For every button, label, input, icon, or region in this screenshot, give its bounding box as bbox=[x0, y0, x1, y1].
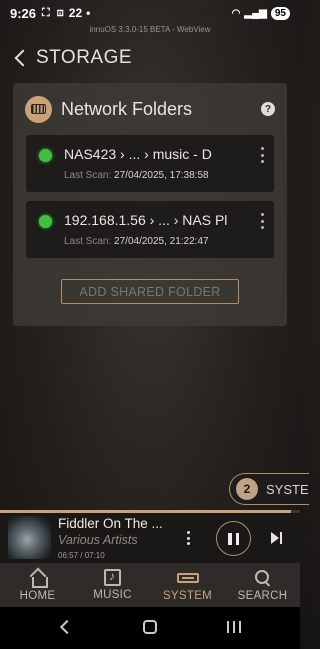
pause-button[interactable] bbox=[216, 521, 251, 556]
android-recents-icon[interactable] bbox=[227, 621, 241, 633]
nas-icon bbox=[25, 95, 52, 123]
status-bar: 9:26 ⛶ ⊡ 22 • ◠ ▂▄▆ 95 bbox=[0, 0, 300, 26]
notification-icons: ⛶ ⊡ bbox=[42, 6, 66, 19]
folder-path: NAS423 › ... › music - D bbox=[64, 146, 212, 162]
nav-home[interactable]: HOME bbox=[0, 563, 75, 607]
more-options-icon[interactable] bbox=[261, 213, 265, 229]
now-playing-bar: Fiddler On The ... Various Artists 06:57… bbox=[0, 513, 300, 563]
last-scan: Last Scan: 27/04/2025, 17:38:58 bbox=[64, 170, 209, 181]
wifi-icon: ◠ bbox=[231, 7, 241, 19]
battery-indicator: 95 bbox=[270, 6, 290, 20]
status-dot-icon bbox=[39, 149, 52, 162]
clock: 9:26 bbox=[10, 5, 37, 21]
webview-label: innuOS 3.3.0-15 BETA - WebView bbox=[89, 25, 211, 34]
nav-search[interactable]: SEARCH bbox=[225, 563, 300, 607]
last-scan-label: Last Scan: bbox=[64, 236, 112, 247]
android-back-icon[interactable] bbox=[59, 619, 75, 635]
home-icon bbox=[28, 569, 48, 588]
player-more-options-icon[interactable] bbox=[186, 531, 190, 545]
last-scan-value: 27/04/2025, 17:38:58 bbox=[114, 170, 209, 181]
bottom-navigation: HOME MUSIC SYSTEM SEARCH bbox=[0, 563, 300, 607]
more-options-icon[interactable] bbox=[261, 147, 265, 163]
panel-title: Network Folders bbox=[61, 98, 193, 119]
android-home-icon[interactable] bbox=[143, 620, 157, 634]
page-title: STORAGE bbox=[36, 47, 133, 68]
album-art[interactable] bbox=[8, 516, 51, 559]
add-shared-folder-button[interactable]: ADD SHARED FOLDER bbox=[61, 279, 239, 304]
network-folders-panel: Network Folders ? NAS423 › ... › music -… bbox=[13, 83, 287, 326]
last-scan-label: Last Scan: bbox=[64, 170, 112, 181]
dot-icon: • bbox=[86, 6, 91, 20]
system-notification-pill[interactable]: 2 SYSTE bbox=[229, 473, 309, 505]
back-arrow-icon[interactable] bbox=[14, 48, 28, 68]
track-artist: Various Artists bbox=[58, 533, 138, 547]
last-scan-value: 27/04/2025, 21:22:47 bbox=[114, 236, 209, 247]
network-folder-item[interactable]: NAS423 › ... › music - D Last Scan: 27/0… bbox=[26, 135, 274, 192]
notification-count-badge: 2 bbox=[236, 478, 258, 500]
track-title[interactable]: Fiddler On The ... bbox=[58, 516, 163, 531]
next-track-icon[interactable] bbox=[271, 531, 285, 545]
panel-header: Network Folders ? bbox=[25, 95, 275, 123]
signal-icon: ▂▄▆ bbox=[244, 7, 267, 19]
nav-label: SEARCH bbox=[237, 590, 288, 602]
nav-label: HOME bbox=[19, 590, 56, 602]
status-dot-icon bbox=[39, 215, 52, 228]
page-header: STORAGE bbox=[14, 45, 132, 71]
last-scan: Last Scan: 27/04/2025, 21:22:47 bbox=[64, 236, 209, 247]
network-folder-item[interactable]: 192.168.1.56 › ... › NAS Pl Last Scan: 2… bbox=[26, 201, 274, 258]
nav-label: SYSTEM bbox=[162, 590, 213, 602]
android-navigation-bar bbox=[0, 607, 300, 649]
help-icon[interactable]: ? bbox=[261, 102, 275, 116]
search-icon bbox=[253, 569, 273, 587]
nav-system[interactable]: SYSTEM bbox=[150, 563, 225, 607]
nav-music[interactable]: MUSIC bbox=[75, 563, 150, 607]
folder-path: 192.168.1.56 › ... › NAS Pl bbox=[64, 212, 228, 228]
track-time: 06:57 / 07:10 bbox=[58, 551, 105, 560]
system-pill-label: SYSTE bbox=[266, 481, 309, 497]
music-icon bbox=[104, 569, 121, 586]
system-icon bbox=[176, 573, 199, 583]
notification-count: 22 bbox=[68, 6, 83, 20]
nav-label: MUSIC bbox=[93, 589, 132, 601]
